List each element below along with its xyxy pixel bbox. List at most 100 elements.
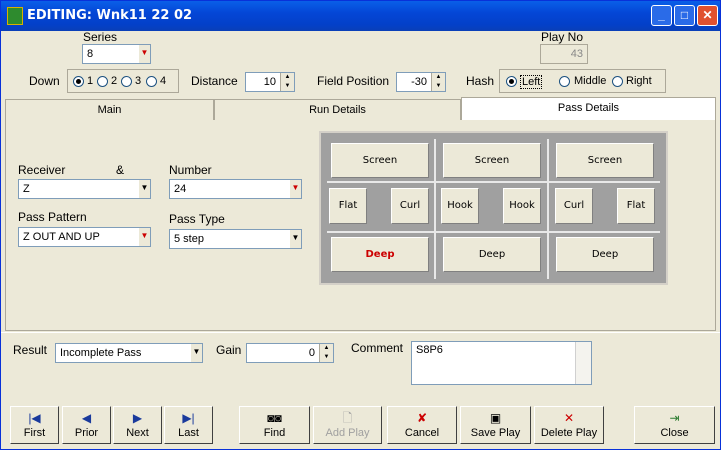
prior-button-label: Prior xyxy=(74,427,99,439)
field-position-spinner[interactable]: -30 ▲ ▼ xyxy=(396,72,446,92)
find-button-label: Find xyxy=(263,427,286,439)
distance-value: 10 xyxy=(263,76,276,88)
pass-pattern-dropdown[interactable]: Z OUT AND UP ▼ xyxy=(18,227,151,247)
find-button[interactable]: ◙◙ Find xyxy=(239,406,310,444)
down-radio-group: 1 2 3 4 xyxy=(67,69,179,93)
route-deep-left[interactable]: Deep xyxy=(331,237,429,272)
next-button[interactable]: ▶ Next xyxy=(113,406,162,444)
chevron-down-icon[interactable]: ▼ xyxy=(138,180,150,198)
pass-type-value: 5 step xyxy=(174,233,204,245)
down-radio-1[interactable] xyxy=(73,76,84,87)
cancel-button[interactable]: ✘ Cancel xyxy=(387,406,457,444)
add-play-button-label: Add Play xyxy=(325,427,370,439)
route-selector-panel: Screen Screen Screen Flat Curl Hook Hook… xyxy=(319,131,668,285)
field-position-value: -30 xyxy=(411,76,427,88)
window-title: EDITING: Wnk11 22 02 xyxy=(27,8,193,23)
minimize-button[interactable]: _ xyxy=(651,5,672,26)
prior-record-icon: ◀ xyxy=(81,411,92,425)
cancel-button-label: Cancel xyxy=(404,427,440,439)
number-dropdown[interactable]: 24 ▼ xyxy=(169,179,302,199)
pass-type-dropdown[interactable]: 5 step ▼ xyxy=(169,229,302,249)
last-record-icon: ▶| xyxy=(182,411,195,425)
pass-pattern-label: Pass Pattern xyxy=(18,210,87,224)
route-screen-middle[interactable]: Screen xyxy=(443,143,541,178)
route-flat-left[interactable]: Flat xyxy=(329,188,367,224)
result-label: Result xyxy=(13,343,48,357)
cancel-icon: ✘ xyxy=(416,411,428,425)
gain-label: Gain xyxy=(216,343,242,357)
chevron-down-icon[interactable]: ▼ xyxy=(138,45,150,63)
close-window-button[interactable]: ✕ xyxy=(697,5,718,26)
delete-play-button-label: Delete Play xyxy=(540,427,598,439)
hash-radio-middle[interactable] xyxy=(559,76,570,87)
save-disk-icon: ▣ xyxy=(489,411,502,425)
down-radio-3[interactable] xyxy=(121,76,132,87)
title-bar: EDITING: Wnk11 22 02 _ □ ✕ xyxy=(1,1,720,31)
gain-spinner[interactable]: 0 ▲ ▼ xyxy=(246,343,334,363)
add-play-button[interactable]: 🗋 Add Play xyxy=(313,406,382,444)
hash-radio-group: Left Middle Right xyxy=(499,69,666,93)
down-option-label: 3 xyxy=(135,75,142,87)
app-icon xyxy=(7,7,23,25)
close-button[interactable]: ⇥ Close xyxy=(634,406,715,444)
hash-option-label: Right xyxy=(626,75,652,87)
hash-label: Hash xyxy=(466,74,495,88)
route-hook-left[interactable]: Hook xyxy=(441,188,479,224)
route-screen-left[interactable]: Screen xyxy=(331,143,429,178)
down-radio-2[interactable] xyxy=(97,76,108,87)
new-document-icon: 🗋 xyxy=(342,411,353,425)
route-deep-right[interactable]: Deep xyxy=(556,237,654,272)
divider xyxy=(1,332,720,333)
receiver-dropdown[interactable]: Z ▼ xyxy=(18,179,151,199)
distance-spinner[interactable]: 10 ▲ ▼ xyxy=(245,72,295,92)
tab-pass-details[interactable]: Pass Details xyxy=(461,97,716,121)
first-button-label: First xyxy=(23,427,46,439)
exit-door-icon: ⇥ xyxy=(669,411,680,425)
chevron-down-icon[interactable]: ▼ xyxy=(138,228,150,246)
hash-radio-left[interactable] xyxy=(506,76,517,87)
route-flat-right[interactable]: Flat xyxy=(617,188,655,224)
route-divider xyxy=(327,231,660,233)
hash-option-label: Middle xyxy=(574,75,607,87)
first-button[interactable]: |◀ First xyxy=(10,406,59,444)
delete-icon: ✕ xyxy=(563,411,575,425)
last-button-label: Last xyxy=(178,427,199,439)
series-value: 8 xyxy=(87,48,94,60)
maximize-button[interactable]: □ xyxy=(674,5,695,26)
spinner-arrows-icon[interactable]: ▲ ▼ xyxy=(280,73,294,91)
last-button[interactable]: ▶| Last xyxy=(164,406,213,444)
play-no-field: 43 xyxy=(540,44,588,64)
result-dropdown[interactable]: Incomplete Pass ▼ xyxy=(55,343,203,363)
comment-scrollbar[interactable] xyxy=(575,342,591,384)
number-value: 24 xyxy=(174,183,187,195)
spinner-arrows-icon[interactable]: ▲ ▼ xyxy=(319,344,333,362)
play-no-label: Play No xyxy=(541,30,584,44)
tab-main[interactable]: Main xyxy=(5,99,214,121)
result-value: Incomplete Pass xyxy=(60,347,142,359)
prior-button[interactable]: ◀ Prior xyxy=(62,406,111,444)
spinner-arrows-icon[interactable]: ▲ ▼ xyxy=(431,73,445,91)
pass-type-label: Pass Type xyxy=(169,212,225,226)
comment-value: S8P6 xyxy=(416,344,443,356)
down-radio-4[interactable] xyxy=(146,76,157,87)
field-position-label: Field Position xyxy=(317,74,390,88)
delete-play-button[interactable]: ✕ Delete Play xyxy=(534,406,604,444)
tab-run-details[interactable]: Run Details xyxy=(214,99,461,121)
next-record-icon: ▶ xyxy=(132,411,143,425)
save-play-button-label: Save Play xyxy=(470,427,521,439)
comment-textarea[interactable]: S8P6 xyxy=(411,341,592,385)
series-dropdown[interactable]: 8 ▼ xyxy=(82,44,151,64)
hash-radio-right[interactable] xyxy=(612,76,623,87)
chevron-down-icon[interactable]: ▼ xyxy=(190,344,202,362)
save-play-button[interactable]: ▣ Save Play xyxy=(460,406,531,444)
chevron-down-icon[interactable]: ▼ xyxy=(289,180,301,198)
down-option-label: 1 xyxy=(87,75,94,87)
route-deep-middle[interactable]: Deep xyxy=(443,237,541,272)
route-curl-left[interactable]: Curl xyxy=(391,188,429,224)
route-hook-right[interactable]: Hook xyxy=(503,188,541,224)
chevron-down-icon[interactable]: ▼ xyxy=(289,230,301,248)
route-screen-right[interactable]: Screen xyxy=(556,143,654,178)
route-curl-right[interactable]: Curl xyxy=(555,188,593,224)
number-label: Number xyxy=(169,163,212,177)
down-option-label: 2 xyxy=(111,75,118,87)
